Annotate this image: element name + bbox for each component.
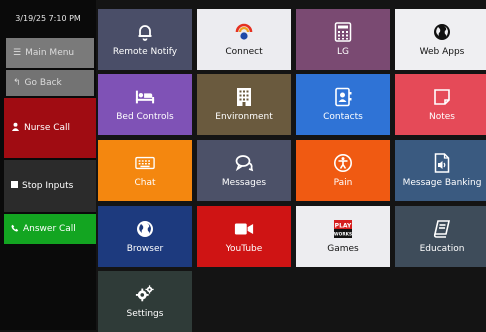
answer-call-label: Answer Call (23, 224, 76, 234)
tile-chat[interactable]: Chat (98, 140, 192, 201)
main-menu-label: Main Menu (25, 48, 75, 58)
keyboard-icon (135, 153, 155, 173)
nurse-call-label: Nurse Call (24, 123, 71, 133)
go-back-button[interactable]: ↰ Go Back (6, 70, 94, 96)
tile-label: Web Apps (419, 47, 465, 57)
stop-icon (11, 181, 18, 191)
tile-label: Notes (429, 112, 455, 122)
tile-settings[interactable]: Settings (98, 271, 192, 332)
tile-contacts[interactable]: Contacts (296, 74, 390, 135)
tile-connect[interactable]: Connect (197, 9, 291, 70)
book-icon (432, 219, 452, 239)
svg-text:WORKS: WORKS (334, 232, 352, 238)
tile-pain[interactable]: Pain (296, 140, 390, 201)
tile-label: Games (327, 244, 359, 254)
bell-icon (135, 22, 155, 42)
stop-inputs-label: Stop Inputs (22, 181, 74, 191)
tile-label: Messages (221, 178, 267, 188)
tile-label: Bed Controls (116, 112, 174, 122)
phone-icon (11, 224, 19, 235)
building-icon (234, 87, 254, 107)
tile-message-banking[interactable]: Message Banking (395, 140, 486, 201)
tile-label: Settings (126, 309, 164, 319)
tile-label: Chat (134, 178, 156, 188)
sidebar: 3/19/25 7:10 PM ☰ Main Menu ↰ Go Back Nu… (0, 0, 96, 330)
tile-label: YouTube (225, 244, 263, 254)
tile-environment[interactable]: Environment (197, 74, 291, 135)
accessibility-icon (333, 153, 353, 173)
bed-icon (135, 87, 155, 107)
tile-education[interactable]: Education (395, 206, 486, 267)
playworks-logo-icon: PLAY WORKS (333, 219, 353, 239)
tile-label: Pain (333, 178, 353, 188)
tile-label: Contacts (323, 112, 363, 122)
answer-call-button[interactable]: Answer Call (4, 214, 96, 244)
tile-label: Remote Notify (112, 47, 178, 57)
stop-inputs-button[interactable]: Stop Inputs (4, 160, 96, 212)
note-icon (432, 87, 452, 107)
main-menu-button[interactable]: ☰ Main Menu (6, 38, 94, 68)
gears-icon (135, 284, 155, 304)
tile-bed-controls[interactable]: Bed Controls (98, 74, 192, 135)
globe-icon (432, 22, 452, 42)
back-arrow-icon: ↰ (13, 77, 21, 88)
tile-games[interactable]: PLAY WORKS Games (296, 206, 390, 267)
tile-label: Education (419, 244, 465, 254)
tile-remote-notify[interactable]: Remote Notify (98, 9, 192, 70)
nurse-call-button[interactable]: Nurse Call (4, 98, 96, 158)
tile-notes[interactable]: Notes (395, 74, 486, 135)
nurse-icon (11, 122, 20, 134)
contact-book-icon (333, 87, 353, 107)
timestamp: 3/19/25 7:10 PM (15, 13, 81, 23)
audio-file-icon (432, 153, 452, 173)
remote-control-icon (333, 22, 353, 42)
tile-youtube[interactable]: YouTube (197, 206, 291, 267)
chat-bubbles-icon (234, 153, 254, 173)
globe-icon (135, 219, 155, 239)
tile-label: Message Banking (402, 178, 482, 188)
video-camera-icon (234, 219, 254, 239)
tile-label: LG (337, 47, 349, 57)
go-back-label: Go Back (24, 78, 62, 88)
tile-label: Connect (225, 47, 263, 57)
menu-icon: ☰ (13, 47, 22, 58)
tile-browser[interactable]: Browser (98, 206, 192, 267)
tile-messages[interactable]: Messages (197, 140, 291, 201)
tile-web-apps[interactable]: Web Apps (395, 9, 486, 70)
tile-label: Browser (126, 244, 164, 254)
tile-label: Environment (215, 112, 273, 122)
connect-logo-icon (234, 22, 254, 42)
svg-text:PLAY: PLAY (335, 223, 352, 230)
tile-lg[interactable]: LG (296, 9, 390, 70)
